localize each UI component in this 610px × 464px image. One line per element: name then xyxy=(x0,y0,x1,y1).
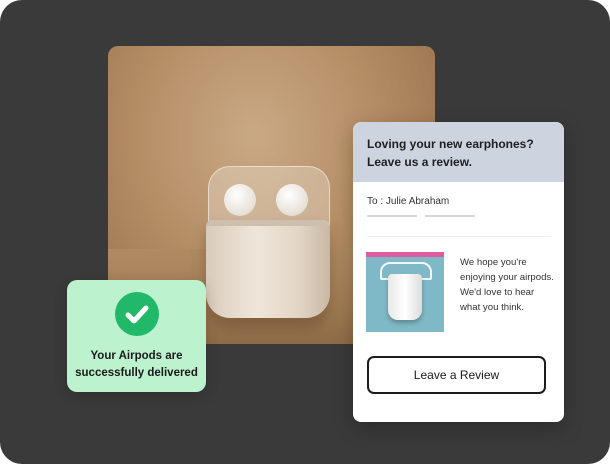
email-header: Loving your new earphones? Leave us a re… xyxy=(353,122,564,182)
delivery-message: Your Airpods are successfully delivered xyxy=(75,350,198,379)
earbud-left xyxy=(224,184,256,216)
email-header-title: Loving your new earphones? Leave us a re… xyxy=(367,137,534,169)
product-thumbnail xyxy=(366,252,444,332)
airpods-case xyxy=(206,166,332,322)
thumbnail-accent-strip xyxy=(366,252,444,257)
leave-review-button[interactable]: Leave a Review xyxy=(367,356,546,394)
delivery-confirmation-card: Your Airpods are successfully delivered xyxy=(67,280,206,392)
recipient-line: To : Julie Abraham xyxy=(367,196,450,207)
email-body-text: We hope you're enjoying your airpods. We… xyxy=(460,257,554,313)
check-circle-icon xyxy=(115,292,159,336)
canvas-background: Your Airpods are successfully delivered … xyxy=(0,0,610,464)
placeholder-line xyxy=(425,215,475,217)
placeholder-line xyxy=(367,215,417,217)
earbud-right xyxy=(276,184,308,216)
case-body xyxy=(206,220,330,318)
review-request-email-card: Loving your new earphones? Leave us a re… xyxy=(353,122,564,422)
thumbnail-case xyxy=(388,274,422,320)
email-divider xyxy=(367,236,551,237)
